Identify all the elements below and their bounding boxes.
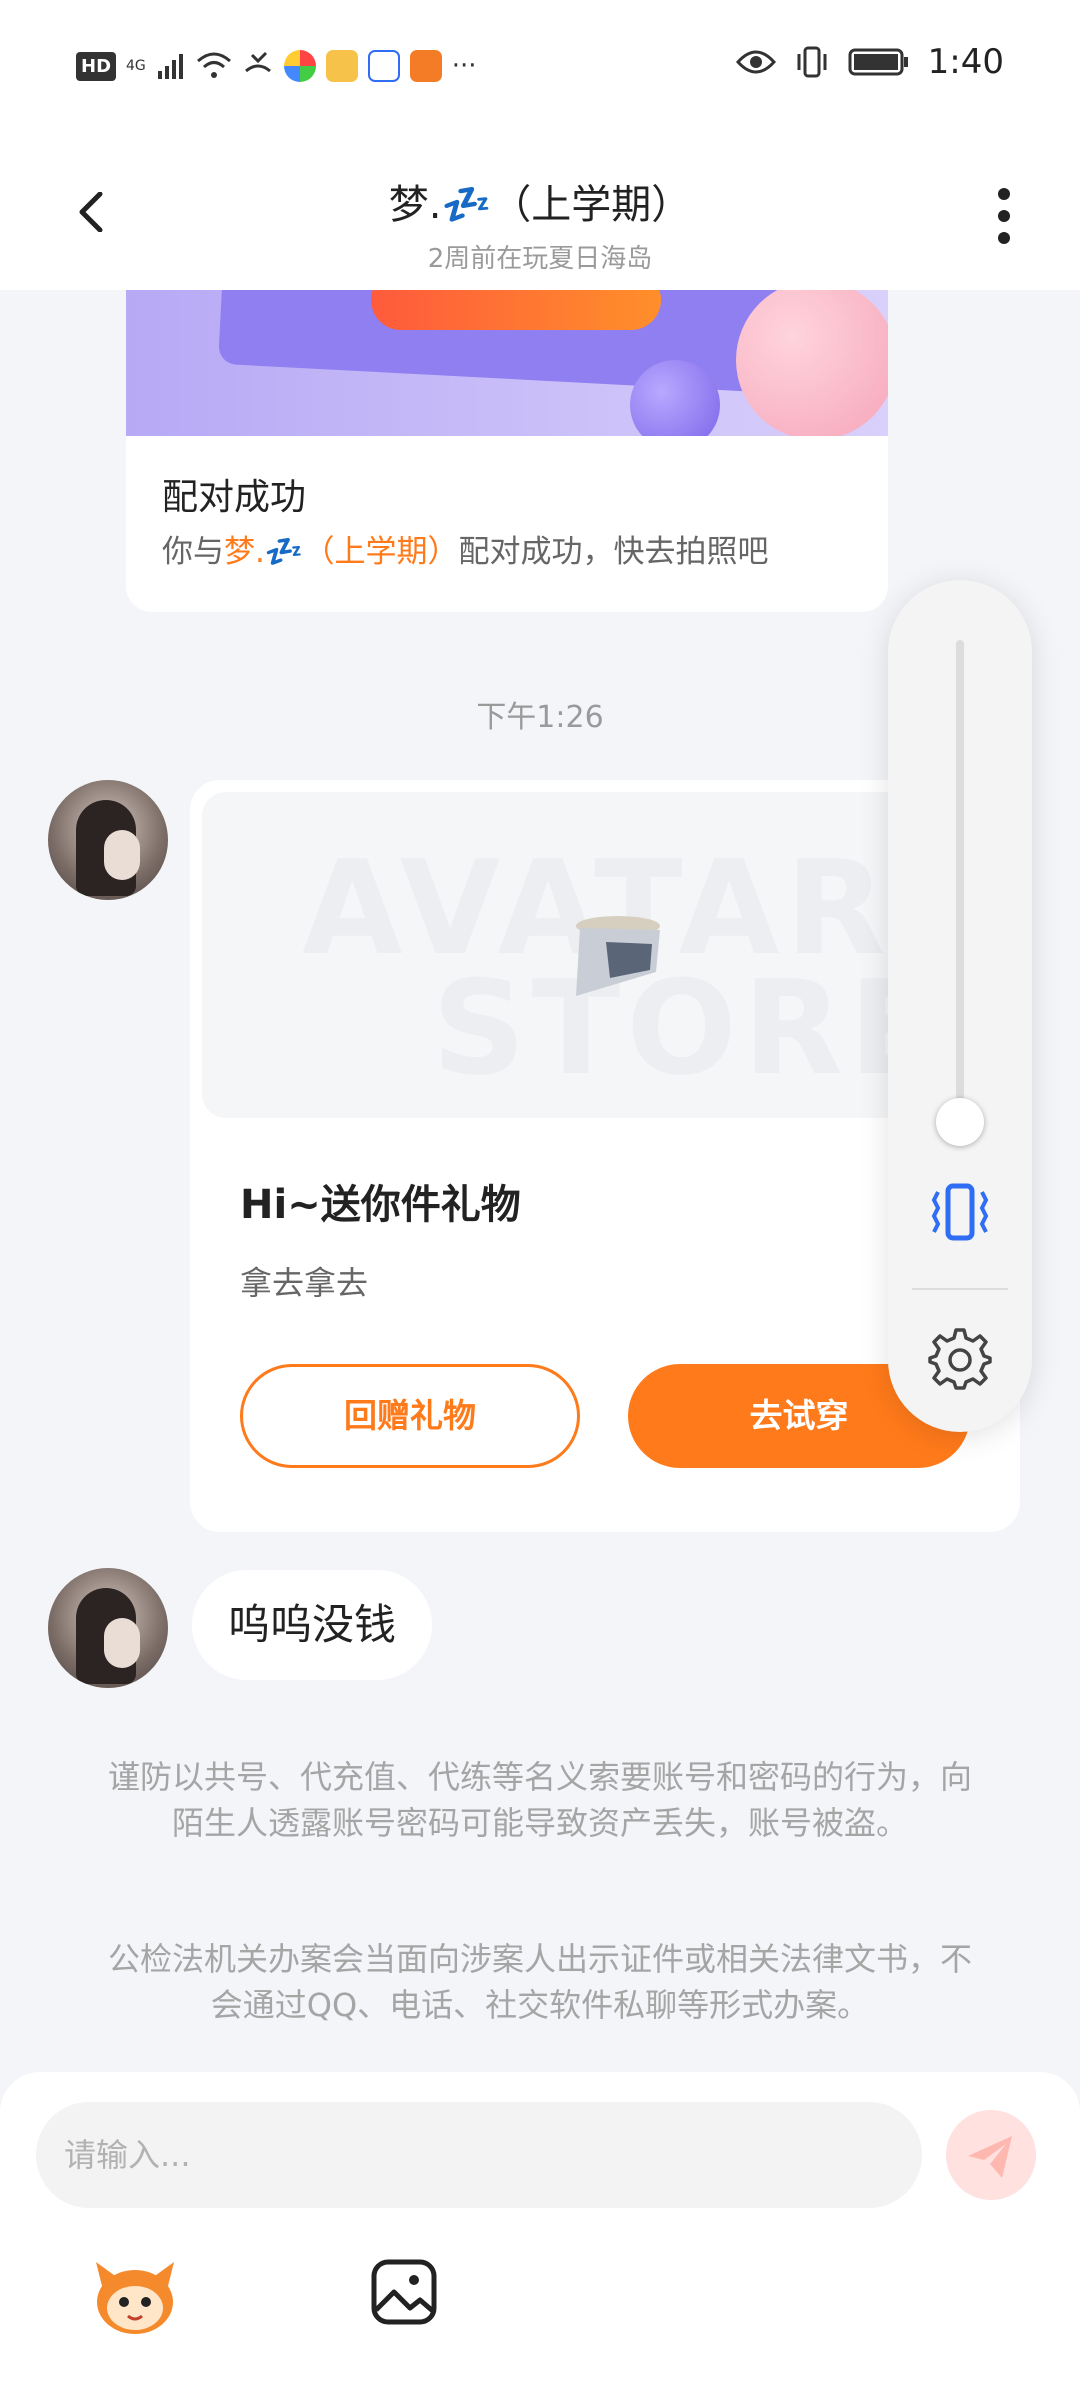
message-input[interactable]: 请输入... (36, 2102, 922, 2208)
matched-user-name[interactable]: 梦.💤（上学期） (224, 534, 458, 570)
volume-slider-knob[interactable] (936, 1098, 984, 1146)
baidu-icon (367, 50, 400, 82)
image-gallery-icon[interactable] (370, 2258, 438, 2326)
wifi-icon (196, 52, 231, 78)
weibo-icon (325, 50, 358, 82)
avatar[interactable] (48, 780, 168, 900)
vibrate-mode-icon[interactable] (924, 1182, 996, 1242)
match-description: 你与梦.💤（上学期）配对成功，快去拍照吧 (162, 534, 769, 570)
vibrate-icon (797, 46, 827, 78)
watermark-store: STORE (432, 952, 944, 1104)
status-left-icons: HD 4G ··· (76, 44, 477, 88)
match-banner-image (126, 290, 888, 436)
more-options-icon[interactable] (998, 188, 1010, 244)
avatar[interactable] (48, 1568, 168, 1688)
mascot-emoji-icon[interactable] (92, 2256, 178, 2336)
status-bar: HD 4G ··· 1:40 (0, 0, 1080, 130)
chat-subtitle: 2周前在玩夏日海岛 (427, 244, 653, 274)
hd-icon: HD (76, 51, 117, 81)
title-block: 梦.💤（上学期） 2周前在玩夏日海岛 (0, 172, 1080, 275)
gear-icon[interactable] (928, 1326, 992, 1390)
volume-slider-track[interactable] (956, 640, 964, 1120)
gift-item-icon (576, 916, 660, 996)
law-notice: 公检法机关办案会当面向涉案人出示证件或相关法律文书，不会通过QQ、电话、社交软件… (107, 1940, 972, 2024)
network-type: 4G (126, 58, 146, 74)
match-success-card[interactable]: 配对成功 你与梦.💤（上学期）配对成功，快去拍照吧 (126, 290, 888, 612)
security-notice: 谨防以共号、代充值、代练等名义索要账号和密码的行为，向陌生人透露账号密码可能导致… (107, 1758, 972, 1842)
app-icon-colorful (283, 50, 316, 82)
signal-icon (157, 54, 183, 79)
missed-call-icon (244, 51, 271, 73)
volume-panel-divider (912, 1288, 1008, 1290)
status-right-icons: 1:40 (735, 42, 1004, 82)
gift-title: Hi~送你件礼物 (240, 1182, 521, 1228)
eye-icon (735, 50, 776, 74)
send-icon[interactable] (946, 2110, 1036, 2200)
message-bubble[interactable]: 呜呜没钱 (192, 1570, 433, 1680)
chat-title: 梦.💤（上学期） (388, 182, 692, 228)
battery-icon (848, 48, 908, 76)
more-notifications-icon: ··· (451, 51, 477, 81)
match-title: 配对成功 (162, 477, 307, 518)
app-icon-orange (409, 50, 442, 82)
gift-subtitle: 拿去拿去 (240, 1264, 369, 1302)
chat-header: 梦.💤（上学期） 2周前在玩夏日海岛 (0, 130, 1080, 290)
volume-panel[interactable] (888, 580, 1032, 1432)
clock: 1:40 (927, 42, 1004, 82)
return-gift-button[interactable]: 回赠礼物 (240, 1364, 580, 1468)
input-bar: 请输入... (0, 2072, 1080, 2388)
